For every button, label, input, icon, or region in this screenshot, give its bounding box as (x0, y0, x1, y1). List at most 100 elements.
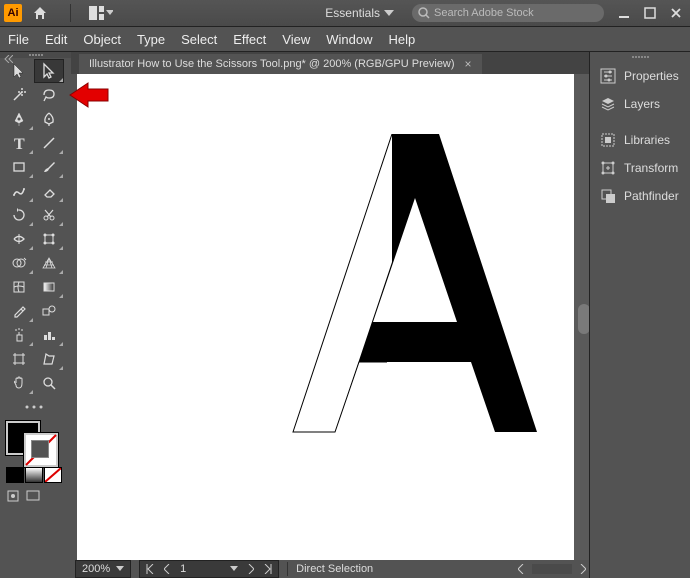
blend-tool[interactable] (34, 299, 64, 323)
direct-selection-tool[interactable] (34, 59, 64, 83)
search-placeholder: Search Adobe Stock (434, 7, 534, 19)
title-bar: Ai Essentials Search Adobe Stock (0, 0, 690, 27)
artwork (217, 134, 574, 454)
free-transform-tool[interactable] (34, 227, 64, 251)
menu-help[interactable]: Help (388, 32, 415, 47)
prev-icon[interactable] (164, 564, 170, 574)
panel-layers[interactable]: Layers (590, 90, 690, 118)
color-none[interactable] (44, 467, 62, 483)
scroll-left-icon[interactable] (518, 564, 524, 574)
pathfinder-icon (600, 188, 616, 204)
artboard-nav[interactable]: 1 (139, 560, 279, 578)
sliders-icon (600, 68, 616, 84)
close-icon[interactable] (670, 7, 682, 19)
toolbox: T (0, 52, 72, 578)
lasso-tool[interactable] (34, 83, 64, 107)
perspective-grid-tool[interactable] (34, 251, 64, 275)
arrange-documents-icon[interactable] (89, 4, 113, 22)
color-gradient[interactable] (25, 467, 43, 483)
chevron-down-icon (116, 566, 124, 572)
zoom-tool[interactable] (34, 371, 64, 395)
panel-transform[interactable]: Transform (590, 154, 690, 182)
column-graph-tool[interactable] (34, 323, 64, 347)
right-panel-rail: Properties Layers Libraries Transform Pa… (589, 52, 690, 578)
paintbrush-tool[interactable] (34, 155, 64, 179)
next-icon[interactable] (248, 564, 254, 574)
gradient-tool[interactable] (34, 275, 64, 299)
shaper-tool[interactable] (4, 179, 34, 203)
scissors-tool[interactable] (34, 203, 64, 227)
shape-builder-tool[interactable] (4, 251, 34, 275)
screen-mode-icon[interactable] (26, 489, 40, 506)
screen-mode-row (6, 489, 71, 506)
eraser-tool[interactable] (34, 179, 64, 203)
width-tool[interactable] (4, 227, 34, 251)
minimize-icon[interactable] (618, 7, 630, 19)
line-tool[interactable] (34, 131, 64, 155)
menu-edit[interactable]: Edit (45, 32, 67, 47)
workspace-label: Essentials (325, 6, 380, 20)
last-icon[interactable] (264, 564, 272, 574)
toolbar-more[interactable] (4, 395, 64, 419)
menu-window[interactable]: Window (326, 32, 372, 47)
zoom-level[interactable]: 200% (75, 560, 131, 578)
menu-file[interactable]: File (8, 32, 29, 47)
stroke-swatch[interactable] (24, 433, 58, 467)
transform-icon (600, 160, 616, 176)
canvas-wrap (71, 74, 590, 560)
panel-libraries[interactable]: Libraries (590, 126, 690, 154)
document-tab-title: Illustrator How to Use the Scissors Tool… (89, 58, 455, 70)
maximize-icon[interactable] (644, 7, 656, 19)
artboard-tool[interactable] (4, 347, 34, 371)
color-solid[interactable] (6, 467, 24, 483)
chevron-down-icon (230, 566, 238, 572)
type-tool[interactable]: T (4, 131, 34, 155)
status-bar: 200% 1 Direct Selection (71, 560, 590, 578)
panel-pathfinder[interactable]: Pathfinder (590, 182, 690, 210)
libraries-icon (600, 132, 616, 148)
active-tool-label: Direct Selection (296, 563, 373, 575)
app-logo[interactable]: Ai (4, 4, 22, 22)
hand-tool[interactable] (4, 371, 34, 395)
menu-view[interactable]: View (282, 32, 310, 47)
search-icon (418, 7, 430, 19)
mesh-tool[interactable] (4, 275, 34, 299)
workspace-switcher[interactable]: Essentials (317, 4, 402, 22)
layers-icon (600, 96, 616, 112)
main-area: T (0, 52, 690, 578)
pen-tool[interactable] (4, 107, 34, 131)
document-tab[interactable]: Illustrator How to Use the Scissors Tool… (79, 54, 482, 74)
vertical-scrollbar[interactable] (574, 74, 590, 560)
slice-tool[interactable] (34, 347, 64, 371)
symbol-sprayer-tool[interactable] (4, 323, 34, 347)
menu-bar: File Edit Object Type Select Effect View… (0, 27, 690, 52)
menu-select[interactable]: Select (181, 32, 217, 47)
scroll-right-icon[interactable] (580, 564, 586, 574)
eyedropper-tool[interactable] (4, 299, 34, 323)
tab-close-icon[interactable]: × (465, 57, 472, 71)
divider (70, 4, 71, 22)
color-mode-row (6, 467, 71, 483)
panel-properties[interactable]: Properties (590, 62, 690, 90)
chevron-down-icon (384, 10, 394, 16)
home-icon[interactable] (30, 4, 50, 22)
menu-object[interactable]: Object (83, 32, 121, 47)
menu-effect[interactable]: Effect (233, 32, 266, 47)
magic-wand-tool[interactable] (4, 83, 34, 107)
svg-text:T: T (14, 136, 25, 153)
canvas[interactable] (77, 74, 574, 560)
callout-arrow-icon (68, 80, 112, 113)
collapse-left-icon[interactable] (2, 54, 14, 64)
search-input[interactable]: Search Adobe Stock (412, 4, 604, 22)
document-tabstrip: Illustrator How to Use the Scissors Tool… (71, 52, 590, 74)
menu-type[interactable]: Type (137, 32, 165, 47)
rotate-tool[interactable] (4, 203, 34, 227)
fill-stroke-swatch[interactable] (6, 421, 62, 465)
curvature-tool[interactable] (34, 107, 64, 131)
window-controls (618, 7, 682, 19)
first-icon[interactable] (146, 564, 154, 574)
draw-normal-icon[interactable] (6, 489, 20, 506)
panel-grip-icon[interactable] (590, 52, 690, 62)
rectangle-tool[interactable] (4, 155, 34, 179)
h-scrollbar[interactable] (532, 564, 572, 574)
